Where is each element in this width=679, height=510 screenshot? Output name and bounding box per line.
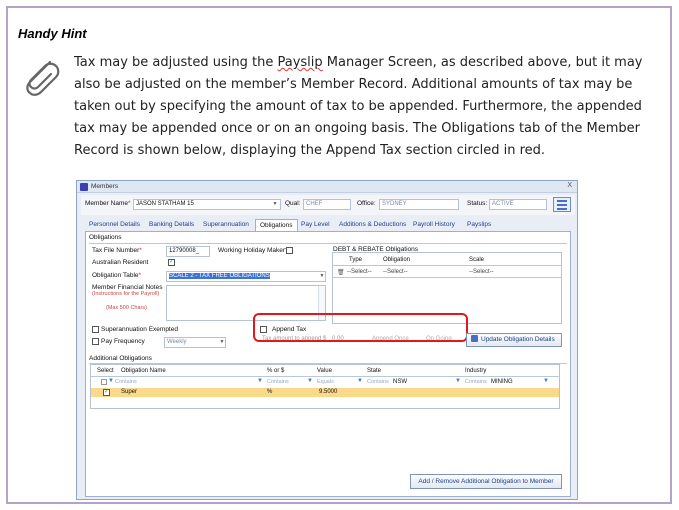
filter-icon[interactable]: ▼ [108,378,114,384]
window-titlebar: Members X [77,181,577,193]
col-obligation: Obligation [383,257,411,263]
header-divider [91,376,559,377]
pay-frequency-select[interactable]: Weekly [164,337,226,348]
close-icon[interactable]: X [567,182,572,189]
additional-obligations-grid: Select Obligation Name % or $ Value Stat… [90,364,560,409]
filter-industry-value[interactable]: MINING [491,379,513,385]
filter-icon[interactable]: ▼ [455,378,461,384]
office-field[interactable]: SYDNEY [379,199,459,210]
status-field[interactable]: ACTIVE [489,199,547,210]
tab-pay-level[interactable]: Pay Level [301,219,330,231]
col-state: State [367,368,382,374]
col-select: Select [97,368,114,374]
col-type: Type [349,257,363,263]
col-obligation-name: Obligation Name [121,368,166,374]
tab-obligations[interactable]: Obligations [255,219,298,231]
save-icon [471,335,478,342]
row-select-checkbox[interactable] [103,388,110,396]
tab-banking-details[interactable]: Banking Details [149,219,194,231]
office-label: Office: [357,200,376,207]
member-name-label: Member Name* [85,200,131,207]
notes-hint: (Instructions for the Payroll) [92,291,160,297]
resident-checkbox[interactable] [168,258,175,266]
filter-value[interactable]: Equals [317,379,334,385]
type-select[interactable]: --Select-- [347,269,372,275]
tab-payslips[interactable]: Payslips [467,219,491,231]
obligations-section-title: Obligations [89,234,122,241]
hint-title: Handy Hint [18,26,87,41]
status-label: Status: [467,200,488,207]
col-value: Value [317,368,332,374]
update-obligation-button[interactable]: Update Obligation Details [466,333,562,347]
obligation-type: % [267,389,273,395]
col-industry: Industry [465,368,487,374]
obligations-panel: Obligations Tax File Number* 12790008_ W… [85,231,571,497]
filter-icon[interactable]: ▼ [307,378,313,384]
filter-industry[interactable]: Contains [465,379,487,385]
notes-label: Member Financial Notes [92,284,163,291]
super-exempt-checkbox[interactable] [92,326,99,333]
filter-icon[interactable]: ▼ [257,378,263,384]
debt-rebate-title: DEBT & REBATE Obligations [333,246,419,253]
filter-icon[interactable]: ▼ [357,378,363,384]
paperclip-icon [26,60,60,96]
tfn-label: Tax File Number* [92,247,142,254]
additional-obligations-title: Additional Obligations [89,355,152,362]
obligation-table-label: Obligation Table* [92,272,142,279]
filter-type[interactable]: Contains [267,379,289,385]
filter-icon[interactable]: ▼ [543,378,549,384]
chevron-down-icon[interactable]: ▼ [271,200,279,209]
member-name-field[interactable]: JASON STATHAM 15 [133,199,281,210]
tab-additions-deductions[interactable]: Additions & Deductions [339,219,406,231]
qual-field[interactable]: CHEF [303,199,351,210]
tfn-field[interactable]: 12790008_ [166,246,210,257]
trash-icon[interactable]: 🗑 [337,269,345,276]
resident-label: Australian Resident [92,259,149,266]
col-percent-or-dollar: % or $ [267,368,285,374]
filter-state-value[interactable]: NSW [393,379,407,385]
members-window-screenshot: Members X Member Name* JASON STATHAM 15 … [76,180,578,500]
tab-personnel-details[interactable]: Personnel Details [89,219,140,231]
section-divider [333,265,561,266]
row-divider [333,277,561,278]
menu-icon[interactable] [553,197,571,212]
whm-checkbox[interactable] [286,247,293,254]
append-tax-highlight-circle [253,313,468,342]
col-scale: Scale [469,257,485,263]
hint-paragraph: Tax may be adjusted using the Payslip Ma… [74,55,643,158]
handy-hint-box: Handy Hint Tax may be adjusted using the… [6,6,672,504]
filter-name[interactable]: Contains [115,379,137,385]
pay-frequency-checkbox[interactable] [92,338,99,345]
member-header-bar: Member Name* JASON STATHAM 15 ▼ Qual: CH… [81,195,575,215]
pay-frequency-label: Pay Frequency [101,338,145,345]
notes-max-chars: (Max 500 Chars) [106,305,147,311]
add-remove-obligation-button[interactable]: Add / Remove Additional Obligation to Me… [410,474,562,489]
obligation-table-field[interactable]: SCALE 2 - TAX FREE OBLIGATIONS [166,271,326,282]
tab-superannuation[interactable]: Superannuation [203,219,249,231]
app-icon [80,183,88,191]
window-title: Members [91,183,119,190]
table-row[interactable]: Super % 9.5000 [91,388,559,397]
super-exempt-label: Superannuation Exempted [101,326,178,333]
filter-state[interactable]: Contains [367,379,389,385]
obligation-select[interactable]: --Select-- [383,269,408,275]
chevron-down-icon[interactable]: ▼ [318,272,326,281]
scale-select[interactable]: --Select-- [469,269,494,275]
obligation-value: 9.5000 [319,389,338,395]
chevron-down-icon[interactable]: ▼ [218,338,226,347]
tab-payroll-history[interactable]: Payroll History [413,219,455,231]
obligation-name: Super [121,389,138,395]
whm-label: Working Holiday Maker? [218,247,289,254]
qual-label: Qual: [285,200,301,207]
filter-checkbox[interactable] [101,379,107,385]
section-divider [89,243,567,244]
